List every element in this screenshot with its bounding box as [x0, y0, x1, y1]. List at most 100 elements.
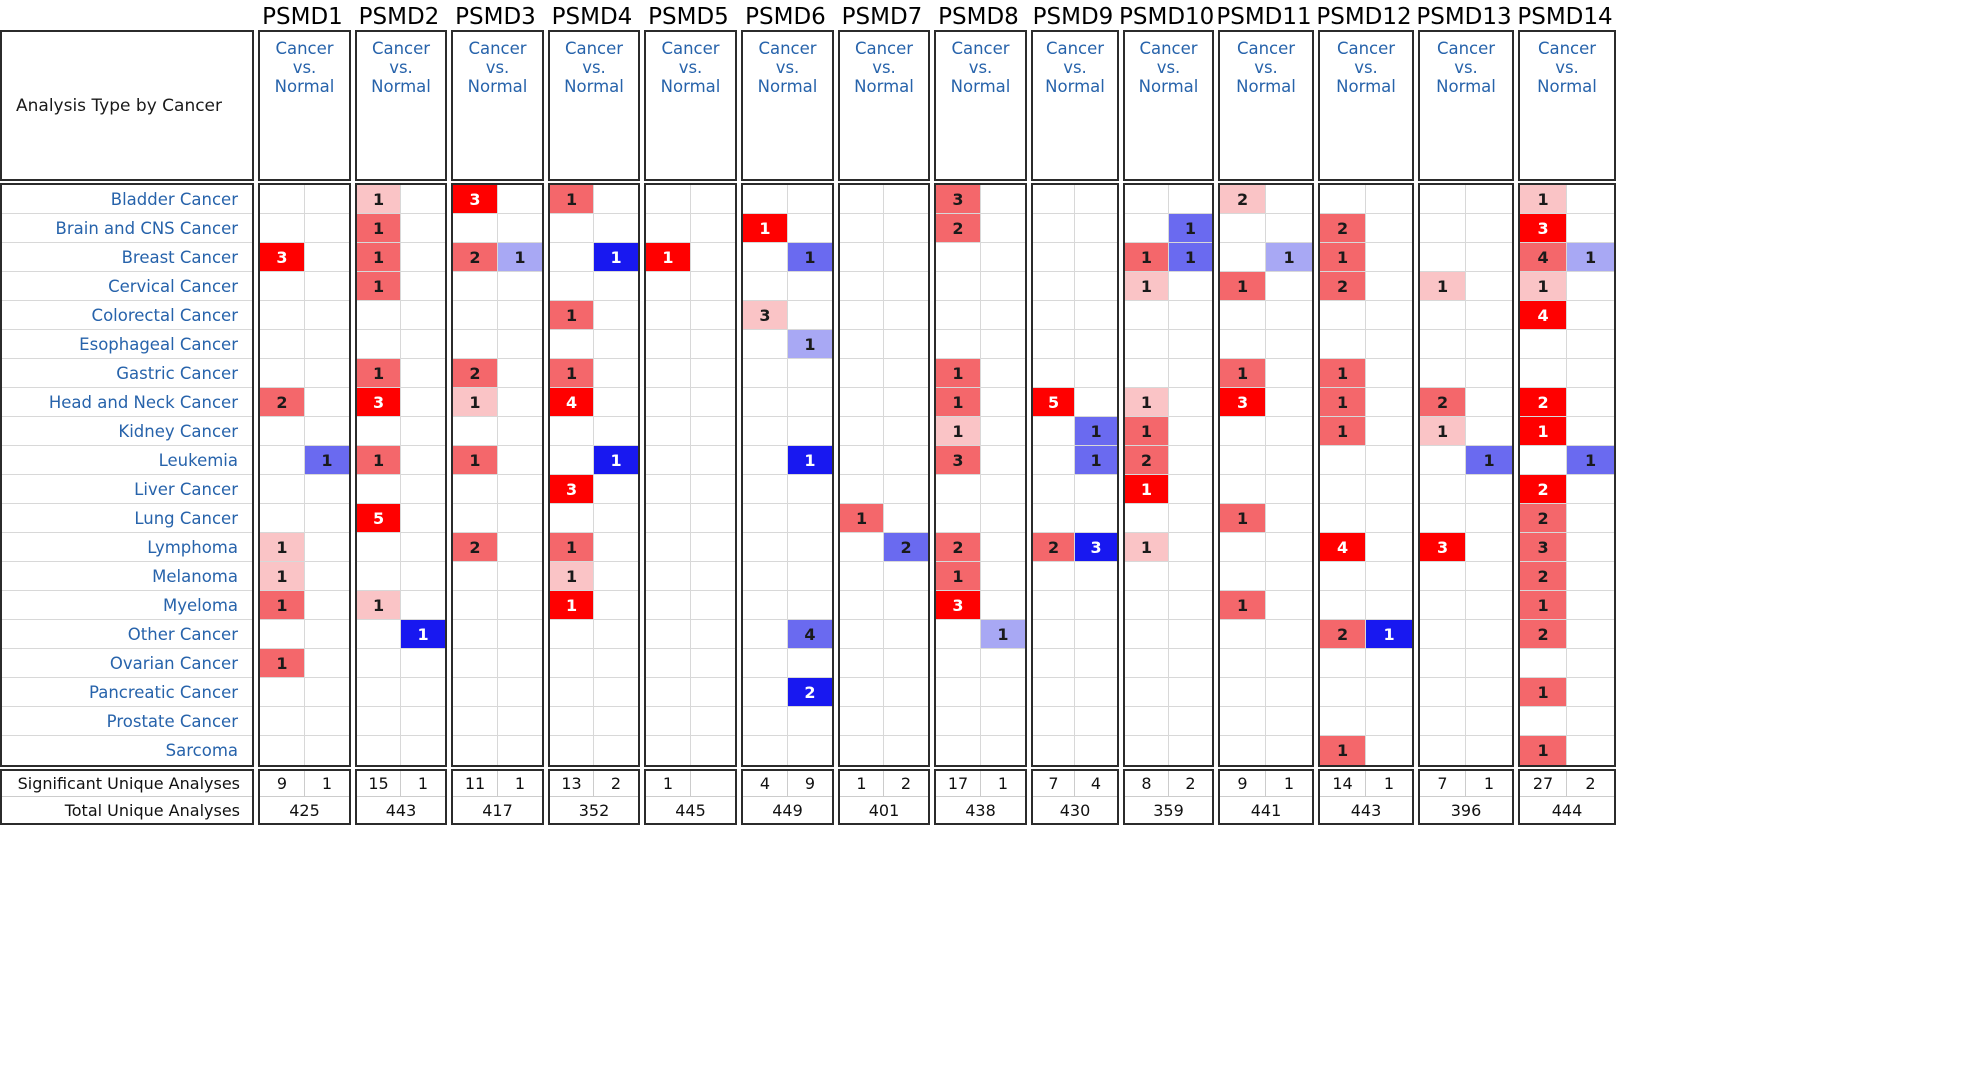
- row-label-lung-cancer[interactable]: Lung Cancer: [2, 504, 252, 533]
- heatmap-cell[interactable]: 5: [1033, 388, 1076, 416]
- row-label-gastric-cancer[interactable]: Gastric Cancer: [2, 359, 252, 388]
- column-subheader-psmd10[interactable]: Cancer vs. Normal: [1123, 30, 1214, 181]
- heatmap-cell[interactable]: 2: [453, 243, 498, 271]
- heatmap-cell[interactable]: 2: [1220, 185, 1267, 213]
- row-label-prostate-cancer[interactable]: Prostate Cancer: [2, 707, 252, 736]
- heatmap-cell[interactable]: 1: [357, 359, 402, 387]
- column-subheader-psmd12[interactable]: Cancer vs. Normal: [1318, 30, 1414, 181]
- column-subheader-psmd9[interactable]: Cancer vs. Normal: [1031, 30, 1119, 181]
- heatmap-cell[interactable]: 2: [1320, 272, 1367, 300]
- column-subheader-psmd13[interactable]: Cancer vs. Normal: [1418, 30, 1514, 181]
- row-label-bladder-cancer[interactable]: Bladder Cancer: [2, 185, 252, 214]
- heatmap-cell[interactable]: 1: [550, 562, 595, 590]
- heatmap-cell[interactable]: 3: [1520, 214, 1568, 242]
- column-subheader-psmd1[interactable]: Cancer vs. Normal: [258, 30, 351, 181]
- heatmap-cell[interactable]: 1: [1125, 243, 1169, 271]
- heatmap-cell[interactable]: 1: [357, 591, 402, 619]
- heatmap-cell[interactable]: 2: [936, 214, 981, 242]
- heatmap-cell[interactable]: 1: [788, 243, 832, 271]
- heatmap-cell[interactable]: 3: [1420, 533, 1467, 561]
- heatmap-cell[interactable]: 3: [453, 185, 498, 213]
- heatmap-cell[interactable]: 2: [884, 533, 928, 561]
- heatmap-cell[interactable]: 2: [1033, 533, 1076, 561]
- heatmap-cell[interactable]: 1: [453, 388, 498, 416]
- row-label-ovarian-cancer[interactable]: Ovarian Cancer: [2, 649, 252, 678]
- heatmap-cell[interactable]: 2: [936, 533, 981, 561]
- row-label-breast-cancer[interactable]: Breast Cancer: [2, 243, 252, 272]
- heatmap-cell[interactable]: 1: [1220, 504, 1267, 532]
- gene-header-psmd6[interactable]: PSMD6: [737, 4, 834, 30]
- heatmap-cell[interactable]: 3: [260, 243, 305, 271]
- heatmap-cell[interactable]: 1: [550, 301, 595, 329]
- column-subheader-psmd8[interactable]: Cancer vs. Normal: [934, 30, 1027, 181]
- heatmap-cell[interactable]: 1: [401, 620, 445, 648]
- heatmap-cell[interactable]: 1: [1125, 533, 1169, 561]
- heatmap-cell[interactable]: 1: [1220, 359, 1267, 387]
- heatmap-cell[interactable]: 1: [1520, 678, 1568, 706]
- heatmap-cell[interactable]: 1: [1075, 417, 1117, 445]
- heatmap-cell[interactable]: 1: [788, 446, 832, 474]
- heatmap-cell[interactable]: 1: [1125, 475, 1169, 503]
- heatmap-cell[interactable]: 3: [936, 185, 981, 213]
- column-subheader-psmd5[interactable]: Cancer vs. Normal: [644, 30, 737, 181]
- gene-header-psmd13[interactable]: PSMD13: [1414, 4, 1514, 30]
- gene-header-psmd9[interactable]: PSMD9: [1027, 4, 1119, 30]
- heatmap-cell[interactable]: 4: [550, 388, 595, 416]
- heatmap-cell[interactable]: 2: [1520, 504, 1568, 532]
- heatmap-cell[interactable]: 1: [788, 330, 832, 358]
- heatmap-cell[interactable]: 1: [357, 243, 402, 271]
- heatmap-cell[interactable]: 1: [1320, 359, 1367, 387]
- heatmap-cell[interactable]: 1: [357, 272, 402, 300]
- heatmap-cell[interactable]: 1: [1220, 591, 1267, 619]
- heatmap-cell[interactable]: 1: [1320, 417, 1367, 445]
- heatmap-cell[interactable]: 1: [1125, 417, 1169, 445]
- column-subheader-psmd11[interactable]: Cancer vs. Normal: [1218, 30, 1314, 181]
- row-label-cervical-cancer[interactable]: Cervical Cancer: [2, 272, 252, 301]
- heatmap-cell[interactable]: 2: [453, 533, 498, 561]
- gene-header-psmd1[interactable]: PSMD1: [254, 4, 351, 30]
- heatmap-cell[interactable]: 1: [550, 533, 595, 561]
- row-label-esophageal-cancer[interactable]: Esophageal Cancer: [2, 330, 252, 359]
- heatmap-cell[interactable]: 1: [646, 243, 691, 271]
- heatmap-cell[interactable]: 3: [1075, 533, 1117, 561]
- heatmap-cell[interactable]: 1: [1520, 736, 1568, 765]
- heatmap-cell[interactable]: 3: [357, 388, 402, 416]
- heatmap-cell[interactable]: 1: [1266, 243, 1312, 271]
- heatmap-cell[interactable]: 1: [1220, 272, 1267, 300]
- heatmap-cell[interactable]: 1: [936, 417, 981, 445]
- heatmap-cell[interactable]: 1: [1320, 243, 1367, 271]
- heatmap-cell[interactable]: 2: [1125, 446, 1169, 474]
- heatmap-cell[interactable]: 3: [936, 591, 981, 619]
- gene-header-psmd7[interactable]: PSMD7: [834, 4, 930, 30]
- heatmap-cell[interactable]: 1: [936, 562, 981, 590]
- heatmap-cell[interactable]: 4: [1520, 243, 1568, 271]
- heatmap-cell[interactable]: 1: [1075, 446, 1117, 474]
- heatmap-cell[interactable]: 3: [743, 301, 788, 329]
- gene-header-psmd5[interactable]: PSMD5: [640, 4, 737, 30]
- heatmap-cell[interactable]: 1: [1366, 620, 1412, 648]
- heatmap-cell[interactable]: 4: [788, 620, 832, 648]
- heatmap-cell[interactable]: 3: [1520, 533, 1568, 561]
- column-subheader-psmd2[interactable]: Cancer vs. Normal: [355, 30, 447, 181]
- gene-header-psmd8[interactable]: PSMD8: [930, 4, 1027, 30]
- row-label-brain-and-cns-cancer[interactable]: Brain and CNS Cancer: [2, 214, 252, 243]
- gene-header-psmd12[interactable]: PSMD12: [1314, 4, 1414, 30]
- row-label-pancreatic-cancer[interactable]: Pancreatic Cancer: [2, 678, 252, 707]
- heatmap-cell[interactable]: 1: [1567, 243, 1614, 271]
- heatmap-cell[interactable]: 1: [1320, 736, 1367, 765]
- row-label-sarcoma[interactable]: Sarcoma: [2, 736, 252, 765]
- heatmap-cell[interactable]: 1: [357, 185, 402, 213]
- gene-header-psmd11[interactable]: PSMD11: [1214, 4, 1314, 30]
- heatmap-cell[interactable]: 3: [550, 475, 595, 503]
- heatmap-cell[interactable]: 2: [453, 359, 498, 387]
- heatmap-cell[interactable]: 1: [453, 446, 498, 474]
- heatmap-cell[interactable]: 2: [1520, 388, 1568, 416]
- heatmap-cell[interactable]: 1: [1520, 272, 1568, 300]
- heatmap-cell[interactable]: 1: [260, 562, 305, 590]
- heatmap-cell[interactable]: 1: [1125, 272, 1169, 300]
- heatmap-cell[interactable]: 1: [840, 504, 885, 532]
- heatmap-cell[interactable]: 3: [936, 446, 981, 474]
- heatmap-cell[interactable]: 4: [1520, 301, 1568, 329]
- gene-header-psmd10[interactable]: PSMD10: [1119, 4, 1214, 30]
- row-label-myeloma[interactable]: Myeloma: [2, 591, 252, 620]
